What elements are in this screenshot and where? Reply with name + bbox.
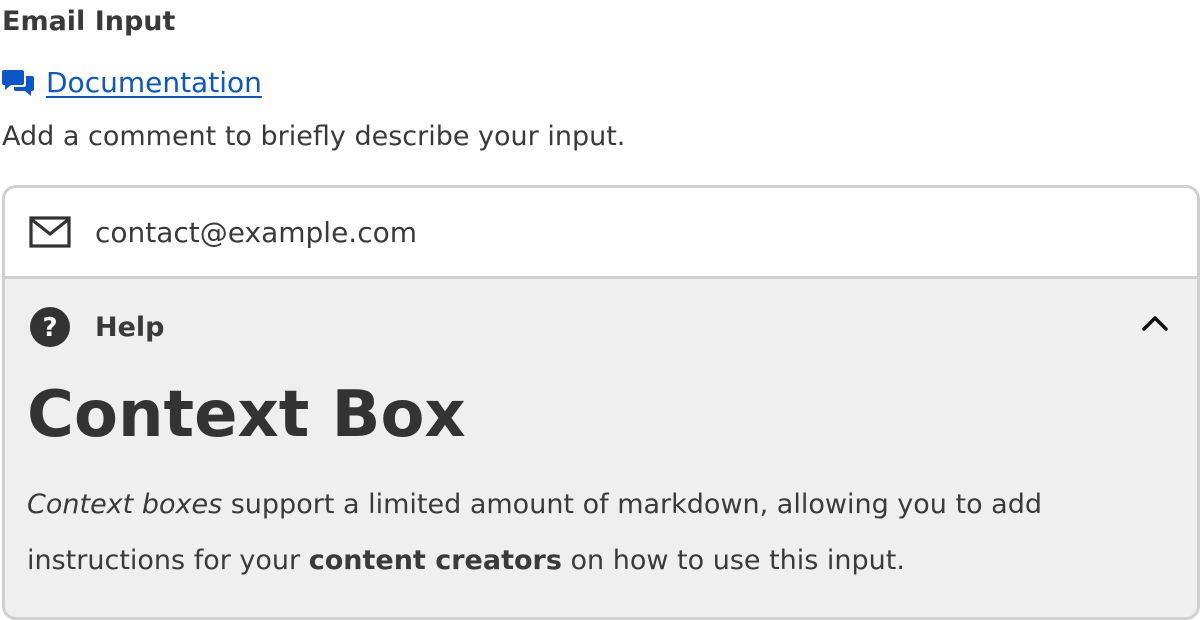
svg-text:?: ? (42, 313, 57, 343)
question-circle-icon: ? (29, 306, 71, 348)
help-title: Help (95, 311, 165, 343)
context-body-bold: content creators (308, 545, 562, 576)
chevron-up-icon[interactable] (1141, 313, 1169, 333)
context-box-body: Context boxes support a limited amount o… (27, 477, 1177, 589)
email-field[interactable] (95, 215, 1095, 249)
field-description: Add a comment to briefly describe your i… (2, 121, 626, 152)
context-body-text-2: on how to use this input. (561, 545, 905, 576)
chat-bubbles-icon (2, 67, 36, 97)
documentation-link[interactable]: Documentation (46, 66, 262, 99)
mail-icon (29, 215, 71, 249)
help-panel: ? Help Context Box Context boxes support… (5, 279, 1197, 617)
field-label: Email Input (2, 6, 176, 37)
context-box-heading: Context Box (27, 378, 466, 452)
context-body-italic: Context boxes (27, 489, 223, 520)
help-toggle[interactable]: ? Help (5, 279, 1197, 375)
documentation-row: Documentation (2, 63, 262, 101)
email-input-row (5, 188, 1197, 279)
email-input-box: ? Help Context Box Context boxes support… (2, 185, 1200, 620)
